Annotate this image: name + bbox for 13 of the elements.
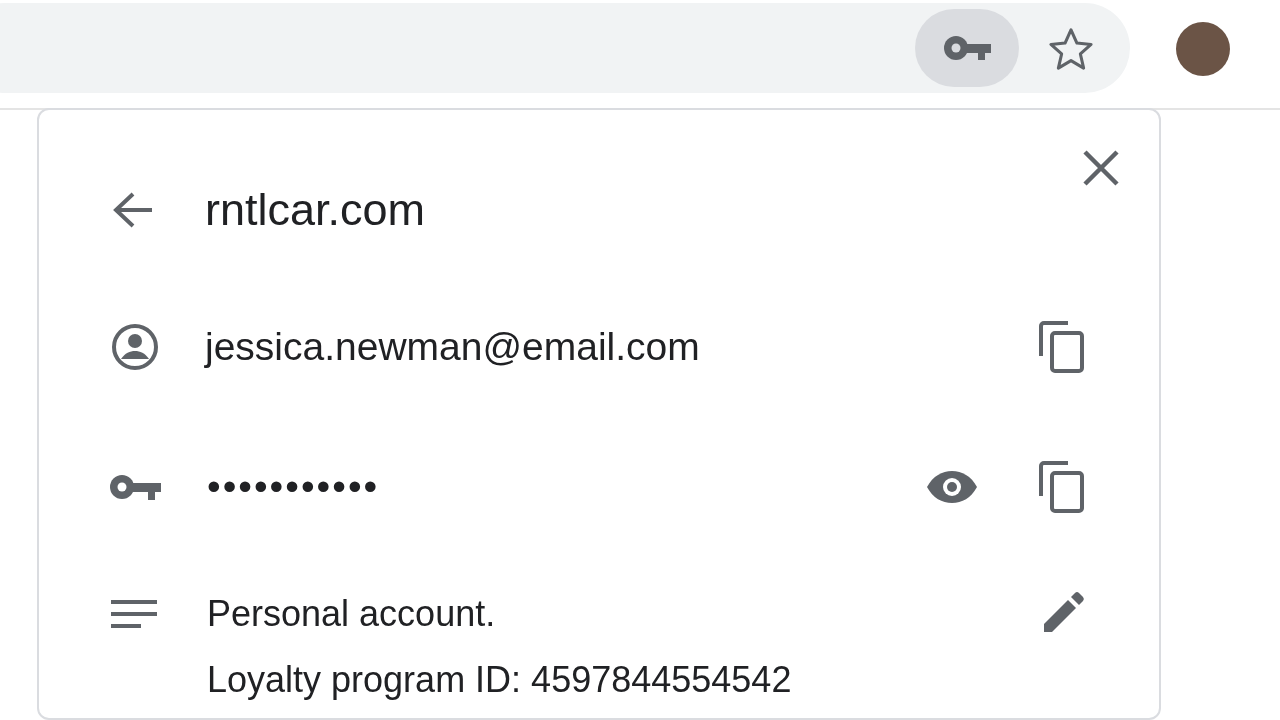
note-text: Personal account.: [207, 592, 497, 636]
site-title: rntlcar.com: [205, 183, 426, 238]
account-icon: [111, 323, 159, 371]
back-icon[interactable]: [111, 190, 155, 230]
copy-icon[interactable]: [1037, 319, 1087, 375]
notes-icon: [111, 599, 157, 629]
username-text: jessica.newman@email.com: [205, 323, 700, 370]
key-icon: [109, 473, 161, 501]
edit-icon[interactable]: [1041, 589, 1087, 635]
note-text: Loyalty program ID: 4597844554542: [207, 658, 792, 702]
password-text: •••••••••••: [207, 463, 380, 510]
avatar-photo-placeholder[interactable]: [1176, 22, 1230, 76]
copy-icon[interactable]: [1037, 459, 1087, 515]
